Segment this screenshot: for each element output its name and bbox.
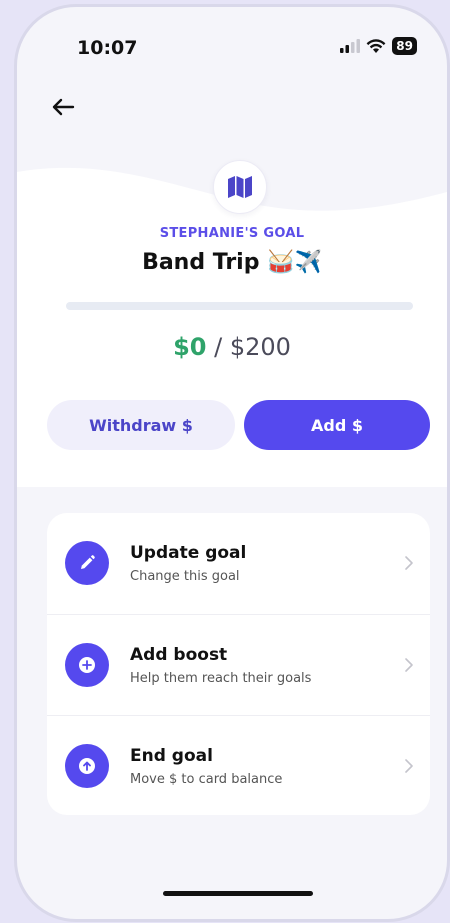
goal-title: Band Trip 🥁✈️ <box>142 250 322 275</box>
add-money-button[interactable]: Add $ <box>244 400 430 450</box>
chevron-right-icon <box>405 759 413 773</box>
saved-amount: $0 <box>173 333 207 361</box>
goal-options-card: Update goal Change this goal Add boost H… <box>47 513 430 815</box>
menu-item-subtitle: Help them reach their goals <box>130 671 312 686</box>
chevron-right-icon <box>405 556 413 570</box>
menu-item-title: Update goal <box>130 543 247 563</box>
menu-icon-circle <box>65 541 109 585</box>
back-arrow-icon[interactable] <box>47 91 79 123</box>
goal-progress-bar <box>66 302 413 310</box>
menu-icon-circle <box>65 744 109 788</box>
goal-icon-badge <box>213 160 267 214</box>
pencil-icon <box>81 555 95 569</box>
chevron-right-icon <box>405 658 413 672</box>
goal-amounts: $0 / $200 <box>17 333 447 361</box>
withdraw-button[interactable]: Withdraw $ <box>47 400 235 450</box>
arrow-up-circle-icon <box>79 758 95 774</box>
plus-circle-icon <box>79 657 95 673</box>
status-time: 10:07 <box>77 37 138 59</box>
menu-icon-circle <box>65 643 109 687</box>
status-bar: 10:07 89 <box>17 7 447 87</box>
amount-separator: / <box>206 333 230 361</box>
phone-frame: 10:07 89 STEPHANIE'S GOAL Band Trip 🥁✈️ … <box>14 4 450 922</box>
battery-level: 89 <box>392 37 417 55</box>
menu-item-title: End goal <box>130 746 213 766</box>
menu-item-subtitle: Change this goal <box>130 569 240 584</box>
signal-icon <box>340 39 361 53</box>
end-goal-item[interactable]: End goal Move $ to card balance <box>47 715 430 815</box>
goal-owner-label: STEPHANIE'S GOAL <box>159 226 305 241</box>
map-icon <box>228 176 252 198</box>
update-goal-item[interactable]: Update goal Change this goal <box>47 513 430 613</box>
status-icons: 89 <box>340 37 417 55</box>
home-indicator[interactable] <box>163 891 313 896</box>
menu-item-title: Add boost <box>130 645 228 665</box>
target-amount: $200 <box>229 333 291 361</box>
add-boost-item[interactable]: Add boost Help them reach their goals <box>47 614 430 714</box>
wifi-icon <box>366 38 386 53</box>
menu-item-subtitle: Move $ to card balance <box>130 772 283 787</box>
